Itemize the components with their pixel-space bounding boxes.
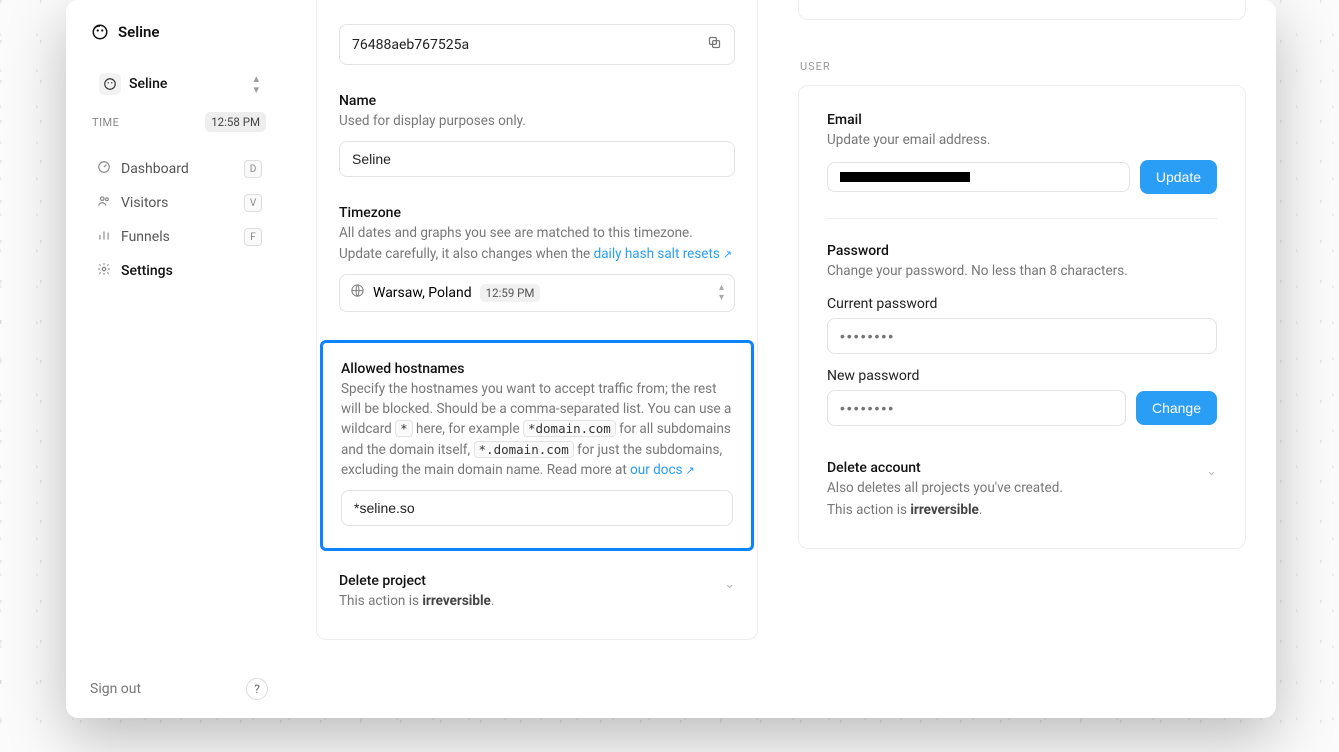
password-label: Password [827, 243, 1217, 259]
code-example1: *domain.com [523, 420, 616, 437]
project-avatar-icon [99, 73, 121, 95]
allowed-label: Allowed hostnames [341, 361, 733, 377]
allowed-hostnames-section: Allowed hostnames Specify the hostnames … [320, 340, 754, 551]
delete-account-desc2: This action is irreversible. [827, 500, 1217, 520]
nav-label: Settings [121, 263, 173, 279]
nav-item-dashboard[interactable]: Dashboard D [90, 154, 268, 184]
new-password-input[interactable] [827, 390, 1126, 426]
gauge-icon [96, 160, 111, 178]
redacted-email [840, 172, 970, 182]
project-switcher[interactable]: Seline ▴▾ [90, 66, 268, 102]
new-password-label: New password [827, 368, 1217, 384]
nav: Dashboard D Visitors V Funnels F [90, 154, 268, 286]
nav-item-funnels[interactable]: Funnels F [90, 222, 268, 252]
current-password-label: Current password [827, 296, 1217, 312]
docs-link[interactable]: our docs↗ [630, 462, 695, 478]
code-wildcard: * [395, 420, 413, 437]
kbd-badge: F [244, 228, 262, 246]
code-example2: *.domain.com [474, 441, 574, 458]
kbd-badge: V [244, 194, 262, 212]
name-input[interactable] [339, 141, 735, 177]
email-input[interactable] [827, 162, 1130, 192]
kbd-badge: D [244, 160, 262, 178]
delete-project-label: Delete project [339, 573, 494, 589]
delete-account-desc1: Also deletes all projects you've created… [827, 478, 1217, 498]
email-label: Email [827, 112, 1217, 128]
external-icon: ↗ [686, 464, 695, 477]
sidebar: Seline Seline ▴▾ TIME 12:58 PM [66, 0, 286, 718]
change-password-button[interactable]: Change [1136, 391, 1217, 425]
project-settings-card: 76488aeb767525a Name Used for display pu… [316, 0, 758, 640]
updown-icon: ▴▾ [253, 73, 259, 95]
delete-account-label: Delete account [827, 460, 1217, 476]
project-name: Seline [129, 76, 167, 92]
brand: Seline [90, 22, 268, 42]
nav-label: Visitors [121, 195, 168, 211]
current-password-input[interactable] [827, 318, 1217, 354]
brand-name: Seline [118, 23, 159, 41]
app-window: Seline Seline ▴▾ TIME 12:58 PM [66, 0, 1276, 718]
timezone-selector[interactable]: Warsaw, Poland 12:59 PM ▴▾ [339, 274, 735, 312]
hash-salt-link[interactable]: daily hash salt resets↗ [594, 246, 733, 262]
token-field: 76488aeb767525a [339, 24, 735, 65]
timezone-time-badge: 12:59 PM [480, 284, 541, 302]
previous-card-edge [798, 0, 1246, 20]
delete-project-row[interactable]: Delete project This action is irreversib… [317, 551, 757, 611]
globe-icon [350, 283, 365, 302]
copy-icon[interactable] [707, 35, 722, 54]
time-row: TIME 12:58 PM [90, 112, 268, 132]
delete-account-section[interactable]: Delete account ⌄ Also deletes all projec… [827, 460, 1217, 521]
update-email-button[interactable]: Update [1140, 160, 1217, 194]
allowed-desc: Specify the hostnames you want to accept… [341, 379, 733, 480]
time-badge: 12:58 PM [205, 112, 266, 132]
nav-item-visitors[interactable]: Visitors V [90, 188, 268, 218]
time-label: TIME [92, 116, 119, 129]
chevron-down-icon: ⌄ [724, 577, 735, 592]
divider [827, 218, 1217, 219]
brand-logo-icon [90, 22, 110, 42]
password-desc: Change your password. No less than 8 cha… [827, 261, 1217, 281]
updown-icon: ▴▾ [719, 283, 724, 303]
allowed-hostnames-input[interactable] [341, 490, 733, 526]
help-button[interactable]: ? [246, 678, 268, 700]
delete-project-desc: This action is irreversible. [339, 591, 494, 611]
timezone-label: Timezone [339, 205, 735, 221]
gear-icon [96, 262, 111, 280]
timezone-desc: All dates and graphs you see are matched… [339, 223, 735, 264]
chevron-down-icon: ⌄ [1206, 464, 1217, 479]
signout-link[interactable]: Sign out [90, 681, 141, 697]
bars-icon [96, 228, 111, 246]
user-card: Email Update your email address. Update … [798, 85, 1246, 549]
external-icon: ↗ [723, 248, 732, 261]
users-icon [96, 194, 111, 212]
nav-item-settings[interactable]: Settings [90, 256, 268, 286]
timezone-value: Warsaw, Poland [373, 285, 472, 301]
nav-label: Dashboard [121, 161, 189, 177]
email-desc: Update your email address. [827, 130, 1217, 150]
token-value: 76488aeb767525a [352, 37, 469, 53]
user-heading: USER [800, 60, 1246, 73]
name-label: Name [339, 93, 735, 109]
nav-label: Funnels [121, 229, 170, 245]
name-desc: Used for display purposes only. [339, 111, 735, 131]
